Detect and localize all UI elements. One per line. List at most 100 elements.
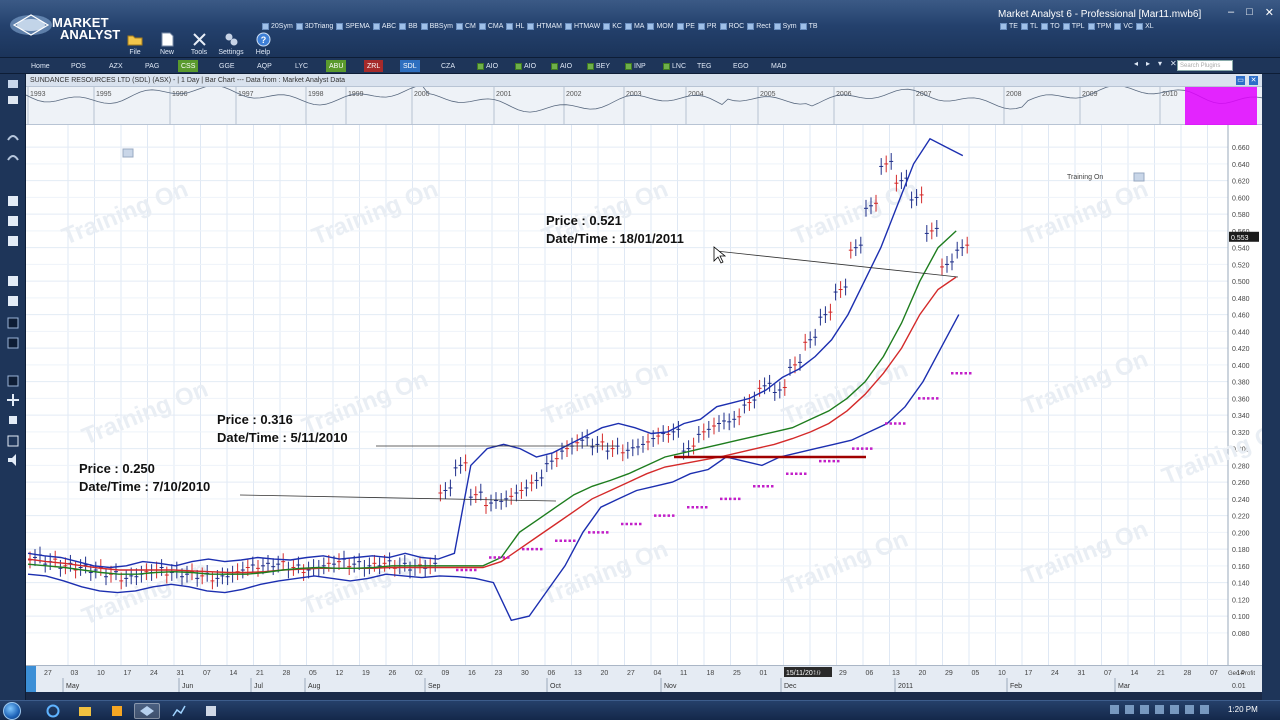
tab-mad[interactable]: MAD bbox=[768, 60, 790, 72]
drawing-toolbar bbox=[0, 62, 26, 700]
tab-lyc[interactable]: LYC bbox=[292, 60, 311, 72]
x-day-label: 14 bbox=[1131, 670, 1139, 677]
indicator-tool-icon bbox=[527, 22, 535, 30]
market-analyst-icon bbox=[140, 706, 154, 716]
indicator-tool-label: KC bbox=[612, 22, 622, 30]
tab-label: AQP bbox=[257, 62, 272, 70]
tab-css[interactable]: CSS bbox=[178, 60, 199, 72]
chart-restore-button[interactable]: ▭ bbox=[1236, 76, 1245, 85]
indicator-tool-tpl[interactable]: TPL bbox=[1062, 20, 1085, 32]
tab-cza[interactable]: CZA bbox=[438, 60, 458, 72]
tray-icon-2[interactable] bbox=[1125, 705, 1134, 714]
indicator-tool-abc[interactable]: ABC bbox=[372, 20, 396, 32]
indicator-tool-htmam[interactable]: HTMAM bbox=[527, 20, 562, 32]
tools-button[interactable]: Tools bbox=[186, 22, 212, 56]
tab-prev-icon[interactable]: ◂ bbox=[1134, 59, 1138, 68]
indicator-tool-spema[interactable]: SPEMA bbox=[336, 20, 370, 32]
indicator-tool-roc[interactable]: ROC bbox=[719, 20, 744, 32]
tab-next-icon[interactable]: ▸ bbox=[1146, 59, 1150, 68]
market-analyst-taskbar-button[interactable] bbox=[134, 703, 160, 719]
tray-icon-6[interactable] bbox=[1185, 705, 1194, 714]
indicator-tool-kc[interactable]: KC bbox=[603, 20, 622, 32]
ie-taskbar-button[interactable] bbox=[40, 703, 66, 719]
tab-pos[interactable]: POS bbox=[68, 60, 89, 72]
tab-sdl[interactable]: SDL bbox=[400, 60, 420, 72]
indicator-tool-bb[interactable]: BB bbox=[399, 20, 418, 32]
indicator-tool-htmaw[interactable]: HTMAW bbox=[565, 20, 600, 32]
tab-aio[interactable]: AIO bbox=[512, 60, 539, 72]
tab-teg[interactable]: TEG bbox=[694, 60, 714, 72]
right-panel-strip[interactable] bbox=[1262, 74, 1280, 700]
overview-navigator[interactable]: 1993 1995 1996 1997 1998 1999 2000 2001 2002 2003… bbox=[25, 84, 1263, 125]
app-taskbar-button-2[interactable] bbox=[166, 703, 192, 719]
tab-pag[interactable]: PAG bbox=[142, 60, 162, 72]
tab-inp[interactable]: INP bbox=[622, 60, 649, 72]
app-taskbar-button-1[interactable] bbox=[104, 703, 130, 719]
tray-icon-1[interactable] bbox=[1110, 705, 1119, 714]
tab-navigation: ◂ ▸ ▾ ✕ bbox=[1134, 59, 1177, 68]
minimize-button[interactable]: – bbox=[1228, 6, 1234, 19]
new-button[interactable]: New bbox=[154, 22, 180, 56]
indicator-tool-cma[interactable]: CMA bbox=[478, 20, 504, 32]
indicator-tool-tb[interactable]: TB bbox=[799, 20, 818, 32]
indicator-tool-pr[interactable]: PR bbox=[697, 20, 717, 32]
indicator-tool-icon bbox=[399, 22, 407, 30]
x-day-label: 17 bbox=[1025, 670, 1033, 677]
file-button[interactable]: File bbox=[122, 22, 148, 56]
tab-lnc[interactable]: LNC bbox=[660, 60, 689, 72]
chart-close-button[interactable]: ✕ bbox=[1249, 76, 1258, 85]
indicator-tool-bbsym[interactable]: BBSym bbox=[420, 20, 453, 32]
settings-button[interactable]: Settings bbox=[218, 22, 244, 56]
tab-zrl[interactable]: ZRL bbox=[364, 60, 384, 72]
price-chart[interactable]: 0.6600.6400.6200.6000.5800.5600.5400.520… bbox=[26, 125, 1262, 670]
indicator-tool-rect[interactable]: Rect bbox=[747, 20, 771, 32]
y-tick-label: 0.200 bbox=[1232, 530, 1250, 537]
maximize-button[interactable]: □ bbox=[1246, 6, 1253, 19]
indicator-tool-label: CMA bbox=[487, 22, 504, 30]
tray-icon-5[interactable] bbox=[1170, 705, 1179, 714]
indicator-tool-vc[interactable]: VC bbox=[1114, 20, 1133, 32]
tab-aqp[interactable]: AQP bbox=[254, 60, 275, 72]
taskbar-clock[interactable]: 1:20 PM bbox=[1228, 705, 1258, 714]
tab-bey[interactable]: BEY bbox=[584, 60, 613, 72]
indicator-tool-icon bbox=[506, 22, 514, 30]
tab-aio[interactable]: AIO bbox=[548, 60, 575, 72]
tab-abu[interactable]: ABU bbox=[326, 60, 347, 72]
tab-azx[interactable]: AZX bbox=[106, 60, 126, 72]
indicator-tool-cm[interactable]: CM bbox=[455, 20, 476, 32]
indicator-tool-20sym[interactable]: 20Sym bbox=[262, 20, 293, 32]
indicator-tool-pe[interactable]: PE bbox=[676, 20, 695, 32]
tab-close-icon[interactable]: ✕ bbox=[1170, 59, 1177, 68]
app-taskbar-button-3[interactable] bbox=[198, 703, 224, 719]
indicator-tool-label: HTMAW bbox=[574, 22, 601, 30]
indicator-tool-sym[interactable]: Sym bbox=[773, 20, 797, 32]
x-day-label: 10 bbox=[998, 670, 1006, 677]
tab-list-icon[interactable]: ▾ bbox=[1158, 59, 1162, 68]
indicator-tool-xl[interactable]: XL bbox=[1136, 20, 1154, 32]
indicator-tool-to[interactable]: TO bbox=[1041, 20, 1060, 32]
tray-icon-7[interactable] bbox=[1200, 705, 1209, 714]
tray-icon-4[interactable] bbox=[1155, 705, 1164, 714]
indicator-tool-icon bbox=[420, 22, 428, 30]
indicator-tool-3dtriang[interactable]: 3DTriang bbox=[295, 20, 333, 32]
start-button[interactable] bbox=[3, 702, 21, 720]
search-plugins-input[interactable]: Search Plugins bbox=[1177, 60, 1233, 71]
close-button[interactable]: ✕ bbox=[1265, 6, 1274, 19]
x-day-label: 11 bbox=[680, 670, 687, 677]
indicator-tool-tl[interactable]: TL bbox=[1020, 20, 1038, 32]
x-day-label: 21 bbox=[256, 670, 264, 677]
indicator-tool-tpm[interactable]: TPM bbox=[1087, 20, 1111, 32]
indicator-tool-hl[interactable]: HL bbox=[506, 20, 524, 32]
tab-ego[interactable]: EGO bbox=[730, 60, 752, 72]
tray-icon-3[interactable] bbox=[1140, 705, 1149, 714]
explorer-taskbar-button[interactable] bbox=[72, 703, 98, 719]
indicator-tool-ma[interactable]: MA bbox=[624, 20, 644, 32]
tab-home[interactable]: Home bbox=[28, 60, 53, 72]
x-day-label: 24 bbox=[1051, 670, 1059, 677]
indicator-tool-te[interactable]: TE bbox=[1000, 20, 1018, 32]
indicator-tool-icon bbox=[1114, 22, 1122, 30]
indicator-tool-mom[interactable]: MOM bbox=[647, 20, 674, 32]
tab-aio[interactable]: AIO bbox=[474, 60, 501, 72]
tab-gge[interactable]: GGE bbox=[216, 60, 238, 72]
y-tick-label: 0.340 bbox=[1232, 413, 1250, 420]
